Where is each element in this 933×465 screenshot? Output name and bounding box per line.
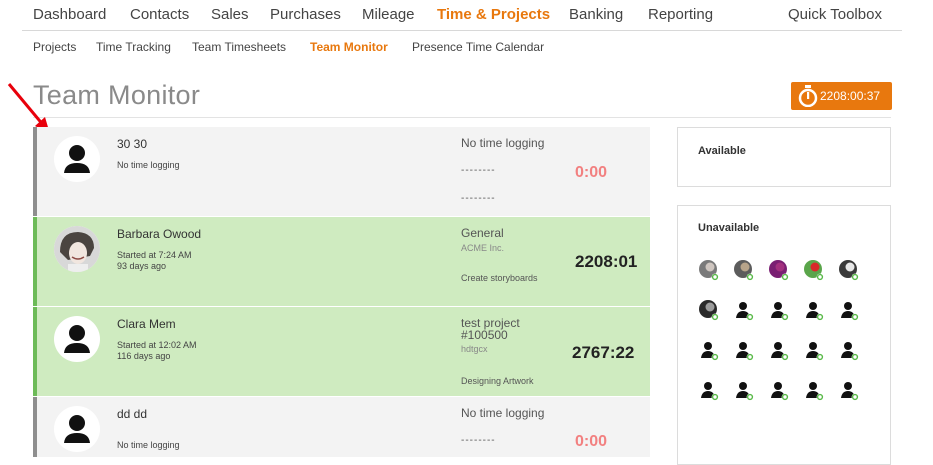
nav-sales[interactable]: Sales — [211, 6, 249, 23]
elapsed-time: 2767:22 — [572, 343, 635, 362]
user-silhouette-icon[interactable] — [733, 339, 755, 361]
user-silhouette-icon[interactable] — [768, 339, 790, 361]
available-panel: Available — [677, 127, 891, 187]
user-photo-icon[interactable] — [768, 259, 790, 281]
user-silhouette-icon[interactable] — [733, 299, 755, 321]
unavailable-title: Unavailable — [698, 222, 760, 234]
member-name[interactable]: dd dd — [117, 407, 147, 421]
user-photo-icon[interactable] — [698, 299, 720, 321]
stopwatch-icon — [798, 85, 818, 107]
project-name: No time logging — [461, 406, 545, 420]
member-name[interactable]: 30 30 — [117, 137, 147, 151]
project-name: No time logging — [461, 136, 545, 150]
client-name: ACME Inc. — [461, 243, 505, 253]
task-name: Create storyboards — [461, 273, 538, 283]
user-photo-icon[interactable] — [698, 259, 720, 281]
subnav-presence-calendar[interactable]: Presence Time Calendar — [412, 40, 544, 54]
avatar — [54, 406, 100, 452]
timer-button[interactable]: 2208:00:37 — [791, 82, 892, 110]
elapsed-time: 0:00 — [575, 164, 608, 181]
user-photo-icon — [54, 226, 100, 272]
user-silhouette-icon[interactable] — [803, 379, 825, 401]
user-silhouette-icon[interactable] — [803, 299, 825, 321]
user-silhouette-icon[interactable] — [803, 339, 825, 361]
unavailable-panel: Unavailable — [677, 205, 891, 465]
timer-value: 2208:00:37 — [820, 89, 881, 103]
user-silhouette-icon[interactable] — [768, 299, 790, 321]
user-silhouette-icon[interactable] — [838, 299, 860, 321]
nav-banking[interactable]: Banking — [569, 6, 623, 23]
task-name: Designing Artwork — [461, 376, 534, 386]
user-silhouette-icon — [64, 145, 90, 173]
member-started-at: Started at 12:02 AM — [117, 340, 197, 350]
nav-contacts[interactable]: Contacts — [130, 6, 189, 23]
client-name: hdtgcx — [461, 344, 488, 354]
main-nav: Dashboard Contacts Sales Purchases Milea… — [0, 0, 933, 30]
avatar — [54, 316, 100, 362]
subnav-team-timesheets[interactable]: Team Timesheets — [192, 40, 286, 54]
user-silhouette-icon — [64, 325, 90, 353]
nav-quick-toolbox[interactable]: Quick Toolbox — [788, 6, 882, 23]
member-card[interactable]: 30 30 No time logging No time logging --… — [33, 127, 650, 216]
available-title: Available — [698, 145, 746, 157]
nav-divider — [22, 30, 902, 31]
member-started-at: Started at 7:24 AM — [117, 250, 192, 260]
member-status-text: No time logging — [117, 160, 180, 170]
elapsed-time: 0:00 — [575, 433, 608, 450]
user-photo-icon[interactable] — [838, 259, 860, 281]
member-status-text: No time logging — [117, 440, 180, 450]
nav-purchases[interactable]: Purchases — [270, 6, 341, 23]
user-silhouette-icon[interactable] — [698, 339, 720, 361]
project-name: test project #100500 — [461, 316, 520, 342]
placeholder-dashes: -------- — [461, 165, 496, 176]
member-card[interactable]: Clara Mem Started at 12:02 AM 116 days a… — [33, 307, 650, 396]
elapsed-time: 2208:01 — [575, 252, 638, 271]
user-silhouette-icon[interactable] — [838, 379, 860, 401]
placeholder-dashes: -------- — [461, 435, 496, 446]
member-card[interactable]: dd dd No time logging No time logging --… — [33, 397, 650, 457]
subnav-time-tracking[interactable]: Time Tracking — [96, 40, 171, 54]
nav-mileage[interactable]: Mileage — [362, 6, 415, 23]
user-silhouette-icon[interactable] — [698, 379, 720, 401]
placeholder-dashes: -------- — [461, 193, 496, 204]
member-card[interactable]: Barbara Owood Started at 7:24 AM 93 days… — [33, 217, 650, 306]
user-silhouette-icon[interactable] — [733, 379, 755, 401]
member-days-ago: 93 days ago — [117, 261, 167, 271]
project-name: General — [461, 226, 504, 240]
avatar — [54, 136, 100, 182]
user-silhouette-icon[interactable] — [768, 379, 790, 401]
user-silhouette-icon — [64, 415, 90, 443]
title-divider — [33, 117, 891, 118]
member-name[interactable]: Clara Mem — [117, 317, 176, 331]
member-name[interactable]: Barbara Owood — [117, 227, 201, 241]
nav-reporting[interactable]: Reporting — [648, 6, 713, 23]
avatar — [54, 226, 100, 272]
subnav-team-monitor[interactable]: Team Monitor — [310, 40, 388, 54]
member-days-ago: 116 days ago — [117, 351, 171, 361]
nav-time-projects[interactable]: Time & Projects — [437, 6, 550, 23]
user-silhouette-icon[interactable] — [838, 339, 860, 361]
user-photo-icon[interactable] — [803, 259, 825, 281]
user-photo-icon[interactable] — [733, 259, 755, 281]
